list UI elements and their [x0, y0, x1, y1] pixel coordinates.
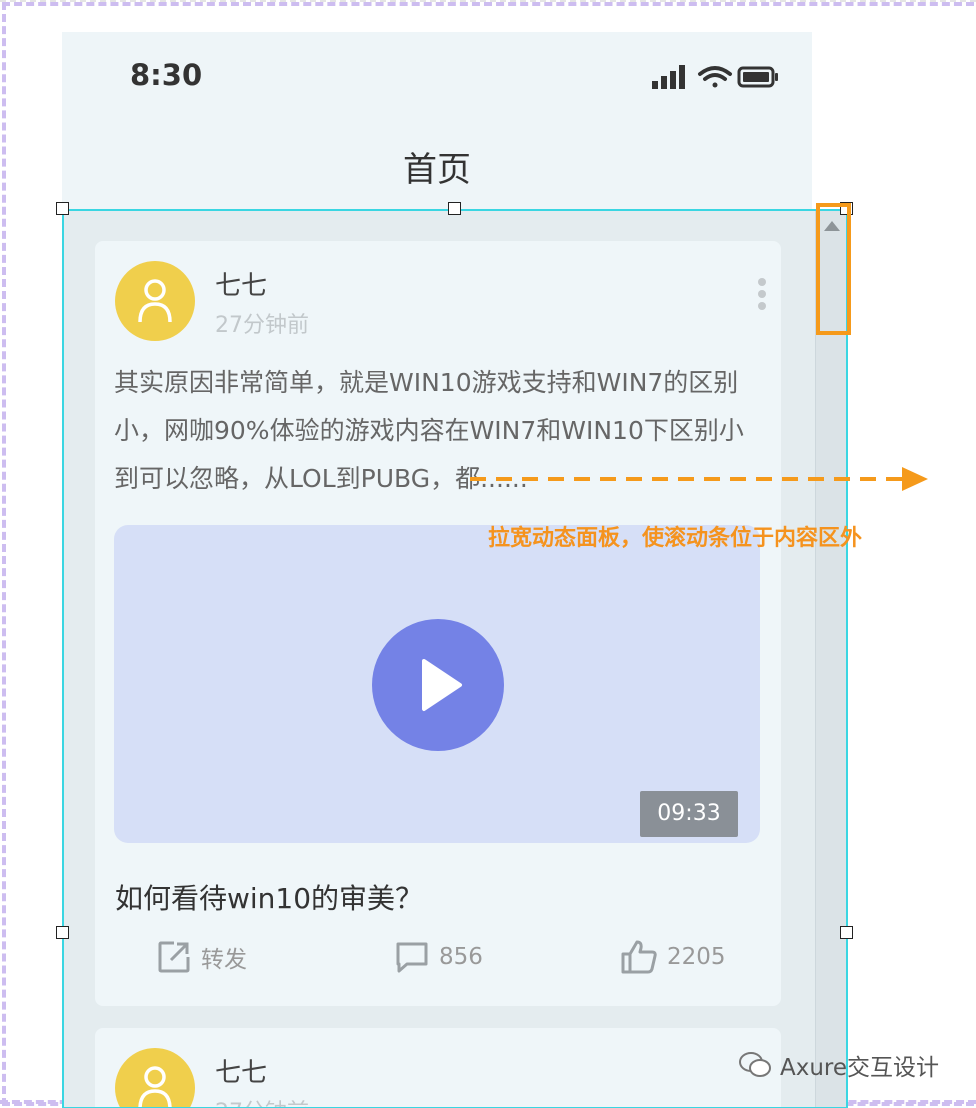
share-button[interactable]: 转发	[157, 937, 247, 977]
signal-icon	[652, 65, 685, 89]
wechat-icon	[739, 1052, 771, 1077]
resize-handle[interactable]	[840, 926, 853, 939]
resize-handle[interactable]	[56, 202, 69, 215]
post-card[interactable]: 七七 27分钟前 其实原因非常简单，就是WIN10游戏支持和WIN7的区别小，网…	[95, 241, 781, 1006]
comment-count: 856	[439, 944, 483, 970]
user-icon	[138, 1066, 172, 1107]
comment-button[interactable]: 856	[395, 937, 483, 977]
watermark: Axure交互设计	[738, 1048, 939, 1082]
wifi-icon	[698, 66, 732, 88]
user-icon	[138, 279, 172, 323]
post-title[interactable]: 如何看待win10的审美？	[115, 877, 423, 917]
like-button[interactable]: 2205	[621, 937, 726, 977]
like-count: 2205	[667, 944, 726, 970]
page-title: 首页	[403, 150, 471, 190]
share-icon	[158, 941, 190, 973]
play-icon	[422, 659, 462, 711]
post-time: 27分钟前	[215, 313, 309, 338]
scrollbar-highlight	[816, 203, 851, 335]
avatar[interactable]	[115, 261, 195, 341]
dynamic-panel[interactable]: 七七 27分钟前 其实原因非常简单，就是WIN10游戏支持和WIN7的区别小，网…	[62, 209, 848, 1108]
video-duration: 09:33	[640, 791, 738, 837]
battery-icon	[737, 66, 778, 88]
post-card[interactable]: 七七 27分钟前	[95, 1028, 781, 1107]
canvas-top-edge	[0, 0, 976, 3]
author-name[interactable]: 七七	[215, 1052, 267, 1089]
annotation-text: 拉宽动态面板，使滚动条位于内容区外	[488, 526, 863, 551]
avatar[interactable]	[115, 1048, 195, 1107]
thumbs-up-icon	[621, 940, 657, 974]
post-time: 27分钟前	[215, 1094, 309, 1107]
scrollbar[interactable]	[815, 211, 846, 1107]
resize-handle[interactable]	[448, 202, 461, 215]
resize-handle[interactable]	[56, 926, 69, 939]
annotation-arrow-icon	[470, 467, 928, 491]
play-button[interactable]	[372, 619, 504, 751]
watermark-text: Axure交互设计	[780, 1055, 940, 1081]
status-icons	[652, 65, 778, 89]
video-thumbnail[interactable]: 09:33	[114, 525, 760, 843]
more-vertical-icon[interactable]	[757, 277, 767, 311]
author-name[interactable]: 七七	[215, 265, 267, 302]
status-time: 8:30	[130, 58, 203, 92]
comment-icon	[396, 942, 428, 973]
share-label: 转发	[201, 947, 247, 973]
